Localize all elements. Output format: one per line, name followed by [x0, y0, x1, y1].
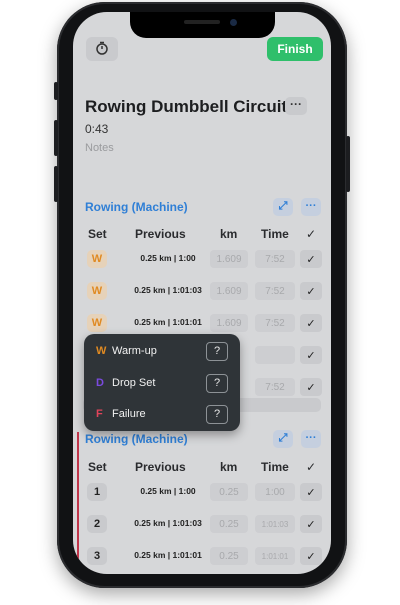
complete-checkbox[interactable]: ✓ — [300, 483, 322, 501]
time-input[interactable]: 1:00 — [255, 483, 295, 501]
time-input[interactable]: 7:52 — [255, 378, 295, 396]
complete-checkbox[interactable]: ✓ — [300, 250, 322, 268]
column-set: Set — [88, 227, 107, 241]
km-input[interactable]: 1.609 — [210, 282, 248, 300]
set-row: W 0.25 km | 1:01:01 1.609 7:52 ✓ — [73, 312, 331, 336]
km-input[interactable]: 0.25 — [210, 547, 248, 565]
column-check: ✓ — [306, 460, 317, 474]
warm-up-letter: W — [96, 345, 107, 357]
set-number-badge[interactable]: 2 — [87, 515, 107, 533]
workout-more-button[interactable]: ··· — [285, 97, 307, 115]
check-icon: ✓ — [306, 486, 316, 499]
drop-set-letter: D — [96, 377, 104, 389]
km-input[interactable]: 1.609 — [210, 314, 248, 332]
complete-checkbox[interactable]: ✓ — [300, 314, 322, 332]
complete-checkbox[interactable]: ✓ — [300, 346, 322, 364]
previous-value: 0.25 km | 1:01:01 — [134, 317, 202, 327]
complete-checkbox[interactable]: ✓ — [300, 282, 322, 300]
set-number-badge[interactable]: 3 — [87, 547, 107, 565]
menu-item-label: Drop Set — [112, 377, 156, 389]
notes-field[interactable]: Notes — [85, 142, 114, 154]
set-row: 1 0.25 km | 1:00 0.25 1:00 ✓ — [73, 481, 331, 505]
column-km: km — [220, 460, 238, 474]
exercise-title[interactable]: Rowing (Machine) — [85, 432, 188, 446]
help-icon[interactable]: ? — [206, 342, 228, 361]
km-input[interactable]: 1.609 — [210, 250, 248, 268]
power-button — [346, 136, 350, 192]
workout-screen: Finish Rowing Dumbbell Circuit ··· 0:43 … — [73, 12, 331, 574]
check-icon: ✓ — [306, 253, 316, 266]
phone-screen: Finish Rowing Dumbbell Circuit ··· 0:43 … — [73, 12, 331, 574]
failure-letter: F — [96, 408, 103, 420]
exercise-more-button[interactable]: ··· — [301, 198, 321, 216]
complete-checkbox[interactable]: ✓ — [300, 515, 322, 533]
set-row: W 0.25 km | 1:00 1.609 7:52 ✓ — [73, 248, 331, 272]
menu-item-drop-set[interactable]: D Drop Set ? — [84, 369, 240, 397]
column-check: ✓ — [306, 227, 317, 241]
exercise-more-button[interactable]: ··· — [301, 430, 321, 448]
workout-title[interactable]: Rowing Dumbbell Circuit — [85, 97, 287, 117]
front-camera — [230, 19, 237, 26]
time-input[interactable] — [255, 346, 295, 364]
complete-checkbox[interactable]: ✓ — [300, 547, 322, 565]
exercise-title[interactable]: Rowing (Machine) — [85, 200, 188, 214]
check-icon: ✓ — [306, 285, 316, 298]
set-row: 2 0.25 km | 1:01:03 0.25 1:01:03 ✓ — [73, 513, 331, 537]
volume-up-button — [54, 120, 58, 156]
set-row: W 0.25 km | 1:01:03 1.609 7:52 ✓ — [73, 280, 331, 304]
previous-value: 0.25 km | 1:01:03 — [134, 285, 202, 295]
set-type-badge[interactable]: W — [87, 314, 107, 332]
menu-item-warm-up[interactable]: W Warm-up ? — [84, 337, 240, 365]
link-icon[interactable]: ⤢ — [273, 430, 293, 448]
set-type-badge[interactable]: W — [87, 250, 107, 268]
column-previous: Previous — [135, 227, 186, 241]
time-input[interactable]: 7:52 — [255, 250, 295, 268]
previous-value: 0.25 km | 1:00 — [140, 253, 196, 263]
km-input[interactable]: 0.25 — [210, 515, 248, 533]
notch — [130, 12, 275, 38]
help-icon[interactable]: ? — [206, 374, 228, 393]
speaker-grille — [184, 20, 220, 24]
previous-value: 0.25 km | 1:01:03 — [134, 518, 202, 528]
finish-button[interactable]: Finish — [267, 37, 323, 61]
rest-timer-button[interactable] — [86, 37, 118, 61]
set-number-badge[interactable]: 1 — [87, 483, 107, 501]
column-set: Set — [88, 460, 107, 474]
time-input[interactable]: 1:01:03 — [255, 515, 295, 533]
check-icon: ✓ — [306, 317, 316, 330]
column-km: km — [220, 227, 238, 241]
help-icon[interactable]: ? — [206, 405, 228, 424]
km-input[interactable]: 0.25 — [210, 483, 248, 501]
time-input[interactable]: 1:01:01 — [255, 547, 295, 565]
previous-value: 0.25 km | 1:01:01 — [134, 550, 202, 560]
set-row: 3 0.25 km | 1:01:01 0.25 1:01:01 ✓ — [73, 545, 331, 569]
complete-checkbox[interactable]: ✓ — [300, 378, 322, 396]
column-previous: Previous — [135, 460, 186, 474]
menu-item-label: Warm-up — [112, 345, 157, 357]
check-icon: ✓ — [306, 381, 316, 394]
stopwatch-icon — [95, 41, 109, 58]
column-time: Time — [261, 460, 289, 474]
mute-switch — [54, 82, 58, 100]
check-icon: ✓ — [306, 349, 316, 362]
set-type-menu: W Warm-up ? D Drop Set ? F Failure ? — [84, 334, 240, 431]
check-icon: ✓ — [306, 518, 316, 531]
link-icon[interactable]: ⤢ — [273, 198, 293, 216]
menu-item-label: Failure — [112, 408, 146, 420]
check-icon: ✓ — [306, 550, 316, 563]
time-input[interactable]: 7:52 — [255, 282, 295, 300]
time-input[interactable]: 7:52 — [255, 314, 295, 332]
menu-item-failure[interactable]: F Failure ? — [84, 400, 240, 428]
set-type-badge[interactable]: W — [87, 282, 107, 300]
elapsed-time: 0:43 — [85, 122, 109, 136]
previous-value: 0.25 km | 1:00 — [140, 486, 196, 496]
volume-down-button — [54, 166, 58, 202]
column-time: Time — [261, 227, 289, 241]
